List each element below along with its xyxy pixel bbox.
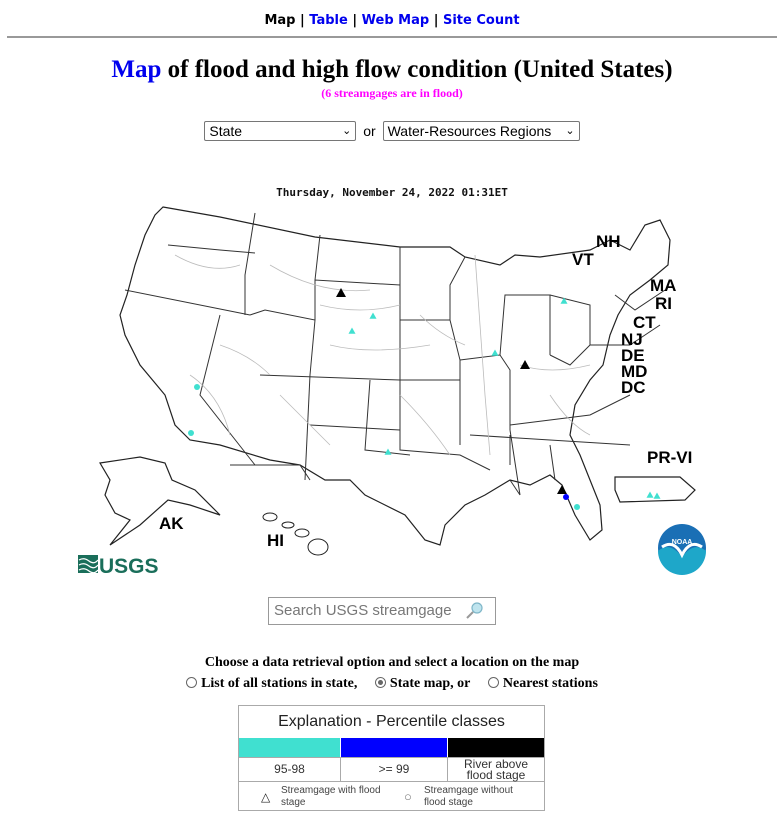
state-label-nh: NH: [596, 232, 621, 251]
usgs-logo: USGS: [78, 555, 159, 578]
chevron-down-icon: ⌄: [565, 125, 575, 137]
region-select[interactable]: Water-Resources Regions ⌄: [382, 121, 580, 141]
search-placeholder: Search USGS streamgage: [274, 602, 452, 619]
radio-state-map-label: State map, or: [389, 676, 471, 691]
title-text: of flood and high flow condition (United…: [161, 56, 673, 83]
radio-nearest-stations[interactable]: [487, 677, 499, 688]
nav-table[interactable]: Table: [309, 13, 348, 28]
flood-count-subtitle: (6 streamgages are in flood): [321, 86, 463, 100]
state-select[interactable]: State ⌄: [204, 121, 357, 141]
radio-state-map[interactable]: [374, 677, 386, 688]
radio-nearest-stations-label: Nearest stations: [502, 676, 598, 691]
search-icon[interactable]: [465, 601, 485, 630]
legend-swatch-flood: [448, 738, 544, 757]
radio-list-stations[interactable]: [186, 677, 198, 688]
state-select-value: State: [209, 123, 243, 139]
legend: Explanation - Percentile classes 95-98 >…: [238, 705, 545, 811]
legend-label-99: >= 99: [341, 757, 448, 782]
legend-label-flood: River above flood stage: [448, 757, 544, 782]
nav-site-count[interactable]: Site Count: [443, 13, 520, 28]
radio-list-stations-label: List of all stations in state,: [201, 676, 358, 691]
nav-separator: |: [433, 13, 439, 28]
location-selectors: State ⌄ or Water-Resources Regions ⌄: [0, 121, 784, 141]
retrieval-options: List of all stations in state, State map…: [0, 676, 784, 692]
legend-triangle-label: Streamgage with flood stage: [281, 785, 381, 808]
noaa-logo-text: NOAA: [672, 539, 693, 546]
page-title: Map of flood and high flow condition (Un…: [0, 56, 784, 84]
streamgage-marker-fl[interactable]: [574, 504, 580, 510]
noaa-logo: NOAA: [658, 524, 706, 575]
streamgage-marker-fl[interactable]: [563, 494, 569, 500]
nav-map[interactable]: Map: [264, 13, 295, 28]
state-label-ma: MA: [650, 276, 676, 295]
retrieval-prompt: Choose a data retrieval option and selec…: [204, 655, 580, 670]
legend-circle-label: Streamgage without flood stage: [424, 785, 513, 808]
nav-separator: |: [299, 13, 305, 28]
state-label-ri: RI: [655, 294, 672, 313]
header-divider: [7, 36, 777, 38]
legend-label-95-98: 95-98: [239, 757, 341, 782]
flood-map[interactable]: NH VT MA RI CT NJ DE MD DC PR-VI AK HI U…: [70, 195, 720, 590]
chevron-down-icon: ⌄: [342, 125, 352, 137]
region-select-value: Water-Resources Regions: [387, 123, 552, 139]
usgs-logo-text: USGS: [99, 555, 159, 578]
state-label-hi: HI: [267, 531, 284, 550]
streamgage-search-input[interactable]: Search USGS streamgage: [268, 597, 496, 625]
streamgage-marker-nv[interactable]: [194, 384, 200, 390]
or-label: or: [363, 123, 376, 139]
circle-icon: ○: [404, 789, 412, 804]
state-label-pr-vi: PR-VI: [647, 448, 692, 467]
state-label-vt: VT: [572, 250, 594, 269]
legend-circle-item: ○ Streamgage without flood stage: [404, 783, 544, 810]
legend-triangle-item: △ Streamgage with flood stage: [261, 783, 391, 810]
state-label-ak: AK: [159, 514, 184, 533]
top-navigation: Map | Table | Web Map | Site Count: [0, 13, 784, 28]
title-map-link[interactable]: Map: [111, 56, 161, 83]
streamgage-marker-az[interactable]: [188, 430, 194, 436]
triangle-icon: △: [261, 790, 271, 804]
nav-separator: |: [352, 13, 358, 28]
legend-swatch-99: [341, 738, 447, 757]
nav-web-map[interactable]: Web Map: [362, 13, 430, 28]
legend-title: Explanation - Percentile classes: [278, 713, 505, 730]
legend-swatch-95-98: [239, 738, 340, 757]
state-label-dc: DC: [621, 378, 646, 397]
